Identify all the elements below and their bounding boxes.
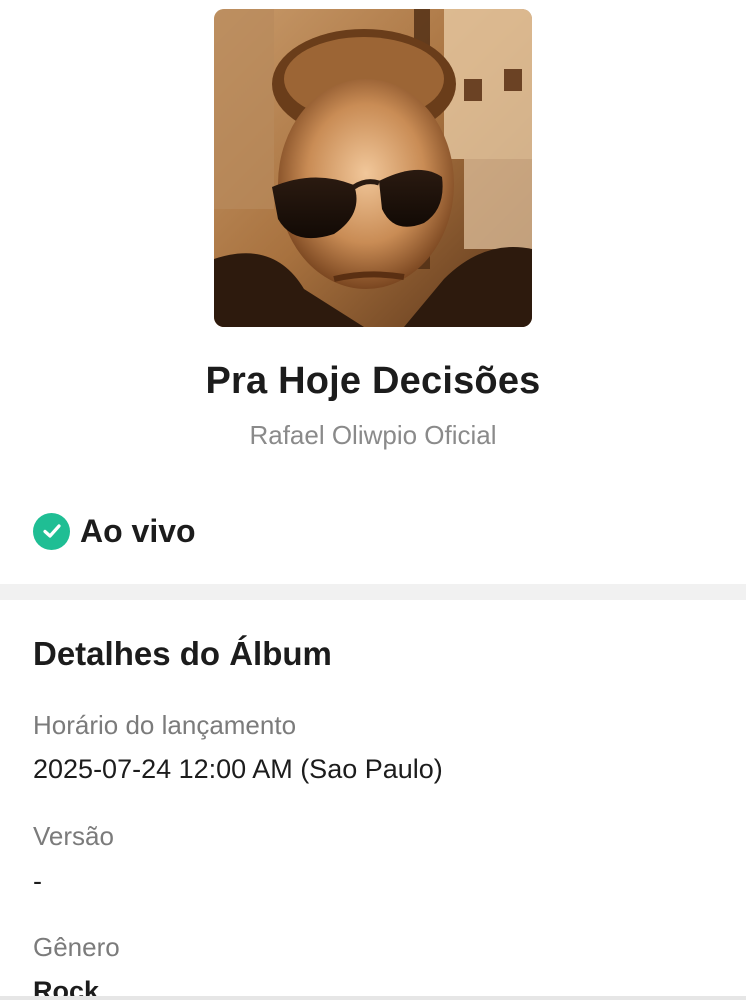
version-label: Versão (33, 821, 114, 851)
release-time-value: 2025-07-24 12:00 AM (Sao Paulo) (33, 754, 443, 784)
album-details-heading: Detalhes do Álbum (33, 635, 332, 672)
album-detail-page: Pra Hoje Decisões Rafael Oliwpio Oficial… (0, 0, 746, 1000)
version-value: - (33, 866, 42, 896)
check-circle-icon (33, 512, 70, 550)
album-cover-image (214, 9, 532, 327)
section-divider (0, 584, 746, 600)
album-cover-photo (214, 9, 532, 327)
genre-label: Gênero (33, 932, 120, 962)
album-title: Pra Hoje Decisões (205, 360, 541, 402)
release-status: Ao vivo (33, 510, 196, 552)
status-label: Ao vivo (80, 512, 196, 549)
album-artist[interactable]: Rafael Oliwpio Oficial (0, 420, 746, 451)
bottom-edge (0, 996, 746, 1000)
release-time-label: Horário do lançamento (33, 710, 297, 740)
